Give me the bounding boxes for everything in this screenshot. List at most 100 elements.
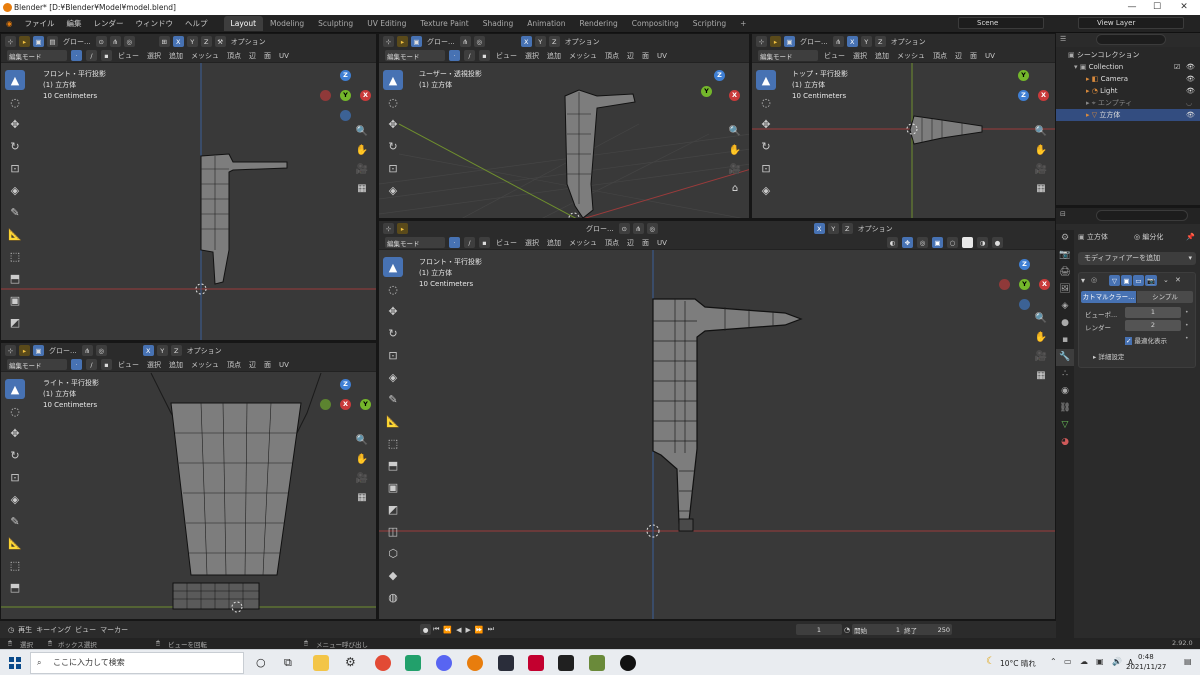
blender-taskbar-icon[interactable] xyxy=(467,655,483,671)
knife-tool-icon[interactable]: ⬡ xyxy=(383,543,403,563)
eye-icon[interactable]: 👁 xyxy=(1186,73,1195,85)
zoom-icon[interactable]: 🔍 xyxy=(727,124,743,140)
tab-shading[interactable]: Shading xyxy=(476,16,520,31)
rotate-tool-icon[interactable]: ↻ xyxy=(5,136,25,156)
scale-tool-icon[interactable]: ⊡ xyxy=(756,158,776,178)
gizmo-neg-z-icon[interactable] xyxy=(340,110,351,121)
keyframe-dot-icon[interactable]: • xyxy=(1185,335,1189,342)
eye-closed-icon[interactable]: ◡ xyxy=(1186,97,1192,109)
gizmo-neg-x-icon[interactable] xyxy=(999,279,1010,290)
rotate-tool-icon[interactable]: ↻ xyxy=(383,323,403,343)
properties-search[interactable] xyxy=(1096,210,1188,221)
viewport-right[interactable]: ⊹ ▸ ▣ グロー... ⋔ ◎ X Y Z オプション 編集モード · / ▪ ビ… xyxy=(0,342,377,620)
move-tool-icon[interactable]: ✥ xyxy=(5,423,25,443)
gizmo-neg-x-icon[interactable] xyxy=(320,90,331,101)
app-dark-icon[interactable] xyxy=(498,655,514,671)
eye-icon[interactable]: 👁 xyxy=(1186,61,1195,73)
extrude-tool-icon[interactable]: ⬒ xyxy=(5,577,25,597)
menu-view[interactable]: ビュー xyxy=(73,625,98,635)
ortho-grid-icon[interactable]: ▦ xyxy=(1033,181,1049,197)
cortana-icon[interactable]: ○ xyxy=(256,656,266,669)
angular-icon[interactable] xyxy=(528,655,544,671)
render-icon[interactable]: 📷 xyxy=(1145,275,1158,286)
data-tab-icon[interactable]: ▽ xyxy=(1056,417,1074,434)
minecraft-icon[interactable] xyxy=(589,655,605,671)
optimal-display-checkbox[interactable]: ✓ 最適化表示 xyxy=(1125,335,1167,345)
object-tab-icon[interactable]: ▪ xyxy=(1056,332,1074,349)
prev-key-icon[interactable]: ⏪ xyxy=(441,626,454,634)
network-icon[interactable]: ▭ xyxy=(1064,657,1072,666)
render-tab-icon[interactable]: 📷 xyxy=(1056,247,1074,264)
timeline-editor-icon[interactable]: ◷ xyxy=(6,626,16,634)
scene-selector[interactable]: Scene xyxy=(958,17,1044,29)
eye-icon[interactable]: 👁 xyxy=(1186,85,1195,97)
inset-tool-icon[interactable]: ▣ xyxy=(383,477,403,497)
viewport-top[interactable]: ⊹ ▸ ▣ グロー... ⋔ X Y Z オプション 編集モード ビュー 選択 … xyxy=(751,33,1056,219)
close-window-button[interactable]: ✕ xyxy=(1170,0,1198,15)
cursor-tool-icon[interactable]: ◌ xyxy=(756,92,776,112)
jump-end-icon[interactable]: ⏭ xyxy=(486,625,496,634)
pan-hand-icon[interactable]: ✋ xyxy=(727,143,743,159)
select-tool-icon[interactable]: ▲ xyxy=(383,257,403,277)
gizmo-x-icon[interactable]: X xyxy=(360,90,371,101)
ortho-grid-icon[interactable]: ▦ xyxy=(1033,368,1049,384)
taskbar-search[interactable]: ⌕ ここに入力して検索 xyxy=(30,652,244,674)
onedrive-icon[interactable]: ☁ xyxy=(1080,657,1088,666)
transform-tool-icon[interactable]: ◈ xyxy=(5,489,25,509)
properties-editor-icon[interactable]: ⊟ xyxy=(1060,210,1066,218)
select-tool-icon[interactable]: ▲ xyxy=(5,379,25,399)
select-tool-icon[interactable]: ▲ xyxy=(756,70,776,90)
gizmo-x-icon[interactable]: X xyxy=(340,399,351,410)
world-tab-icon[interactable]: ● xyxy=(1056,315,1074,332)
weather-text[interactable]: 10°C 晴れ xyxy=(1000,658,1036,669)
tab-simple[interactable]: シンプル xyxy=(1137,291,1193,303)
measure-tool-icon[interactable]: 📐 xyxy=(5,224,25,244)
ortho-grid-icon[interactable]: ▦ xyxy=(354,181,370,197)
scale-tool-icon[interactable]: ⊡ xyxy=(5,158,25,178)
move-tool-icon[interactable]: ✥ xyxy=(5,114,25,134)
minimize-button[interactable]: — xyxy=(1118,0,1146,15)
tab-scripting[interactable]: Scripting xyxy=(686,16,733,31)
cursor-tool-icon[interactable]: ◌ xyxy=(5,401,25,421)
spin-tool-icon[interactable]: ◍ xyxy=(383,587,403,607)
app-2k-icon[interactable] xyxy=(558,655,574,671)
menu-file[interactable]: ファイル xyxy=(19,15,61,33)
loop-cut-tool-icon[interactable]: ◫ xyxy=(383,521,403,541)
gizmo-y-icon[interactable]: Y xyxy=(1018,70,1029,81)
rotate-tool-icon[interactable]: ↻ xyxy=(383,136,403,156)
volume-icon[interactable]: 🔊 xyxy=(1112,657,1122,666)
zoom-icon[interactable]: 🔍 xyxy=(354,124,370,140)
pin-icon[interactable]: 📌 xyxy=(1186,230,1195,244)
edit-cage-icon[interactable]: ▽ xyxy=(1109,275,1120,286)
notification-icon[interactable]: ▤ xyxy=(1184,657,1192,666)
select-tool-icon[interactable]: ▲ xyxy=(5,70,25,90)
pan-hand-icon[interactable]: ✋ xyxy=(354,143,370,159)
bevel-tool-icon[interactable]: ◩ xyxy=(5,312,25,332)
gizmo-z-icon[interactable]: Z xyxy=(1019,259,1030,270)
measure-tool-icon[interactable]: 📐 xyxy=(383,411,403,431)
app-green-icon[interactable] xyxy=(405,655,421,671)
advanced-settings[interactable]: ▸ 詳細設定 xyxy=(1093,351,1124,361)
menu-marker[interactable]: マーカー xyxy=(98,625,130,635)
viewport-front-main[interactable]: ⊹ ▸ グロー... ⊙ ⋔ ◎ X Y Z オプション 編集モード · / ▪ ビ… xyxy=(378,220,1056,620)
camera-view-icon[interactable]: 🎥 xyxy=(354,162,370,178)
scale-tool-icon[interactable]: ⊡ xyxy=(5,467,25,487)
pan-hand-icon[interactable]: ✋ xyxy=(1033,143,1049,159)
camera-view-icon[interactable]: 🎥 xyxy=(354,471,370,487)
zoom-icon[interactable]: 🔍 xyxy=(1033,311,1049,327)
menu-window[interactable]: ウィンドウ xyxy=(130,15,180,33)
add-cube-tool-icon[interactable]: ⬚ xyxy=(5,246,25,266)
move-tool-icon[interactable]: ✥ xyxy=(756,114,776,134)
clock-date[interactable]: 2021/11/27 xyxy=(1126,663,1166,671)
gizmo-neg-z-icon[interactable] xyxy=(1019,299,1030,310)
outliner-search[interactable] xyxy=(1096,34,1166,45)
checkbox-icon[interactable]: ☑ xyxy=(1174,61,1180,73)
move-tool-icon[interactable]: ✥ xyxy=(383,301,403,321)
transform-tool-icon[interactable]: ◈ xyxy=(383,367,403,387)
display-icon[interactable]: ▣ xyxy=(1096,657,1104,666)
eye-icon[interactable]: 👁 xyxy=(1186,109,1195,121)
app-black-icon[interactable] xyxy=(620,655,636,671)
current-frame-field[interactable]: 1 xyxy=(795,624,842,635)
viewport-front-small[interactable]: ⊹ ▸ ▣ ▤ グロー... ⊙ ⋔ ◎ ⊞ X Y Z ⚒ オプション 編集モー… xyxy=(0,33,377,341)
gizmo-y-icon[interactable]: Y xyxy=(1019,279,1030,290)
